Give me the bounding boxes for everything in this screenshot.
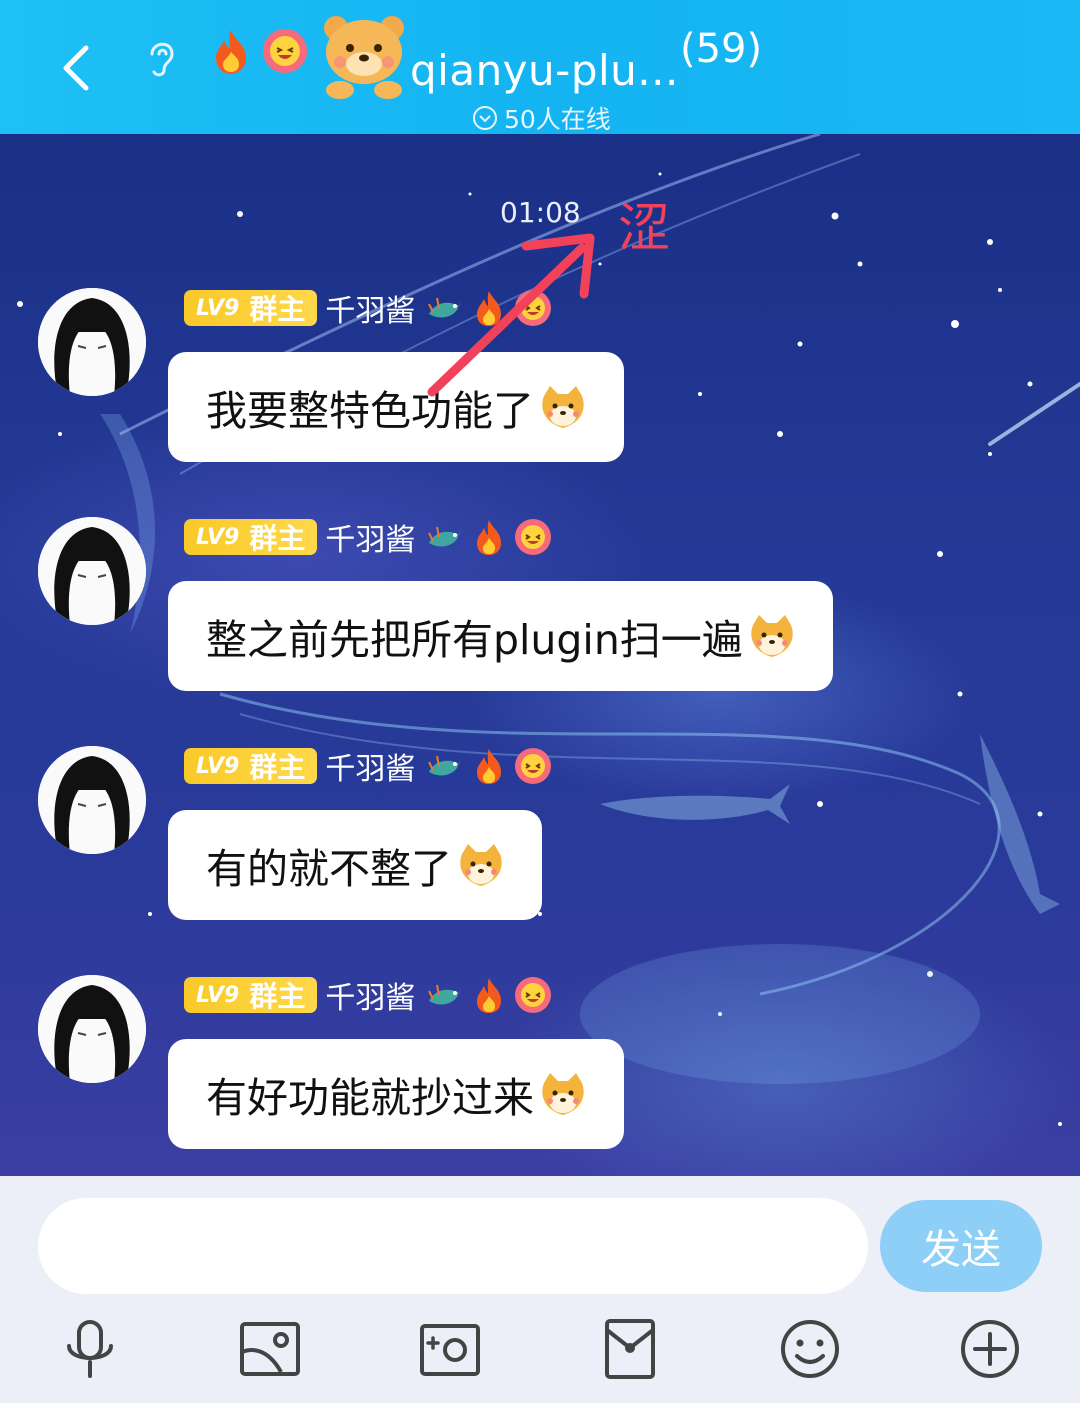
fire-icon [216, 30, 246, 74]
camera-icon[interactable] [417, 1316, 483, 1382]
annotation-arrow-icon [427, 233, 595, 397]
bear-sticker-icon [324, 16, 404, 99]
red-packet-icon[interactable] [597, 1316, 663, 1382]
image-icon[interactable] [237, 1316, 303, 1382]
back-arrow-icon[interactable] [52, 40, 102, 96]
emoji-icon[interactable] [777, 1316, 843, 1382]
plus-icon[interactable] [957, 1316, 1023, 1382]
group-name[interactable]: qianyu-plu... [410, 46, 679, 95]
flower-smile-icon [263, 29, 307, 73]
message-input[interactable] [38, 1198, 868, 1294]
ear-icon[interactable] [142, 34, 182, 80]
online-status[interactable]: 50人在线 [472, 100, 611, 136]
member-count: (59) [680, 26, 763, 72]
chat-message-list[interactable]: 01:08 涩 LV9 群主 千羽酱 我要整特色功能了 LV9 群主 千羽酱 整… [0, 134, 1080, 1176]
chat-header: qianyu-plu... (59) 50人在线 [0, 0, 1080, 134]
microphone-icon[interactable] [57, 1316, 123, 1382]
chevron-down-circle-icon [473, 106, 497, 130]
online-count: 50人在线 [504, 105, 611, 134]
send-button[interactable]: 发送 [880, 1200, 1042, 1292]
composer: 发送 [0, 1176, 1080, 1403]
